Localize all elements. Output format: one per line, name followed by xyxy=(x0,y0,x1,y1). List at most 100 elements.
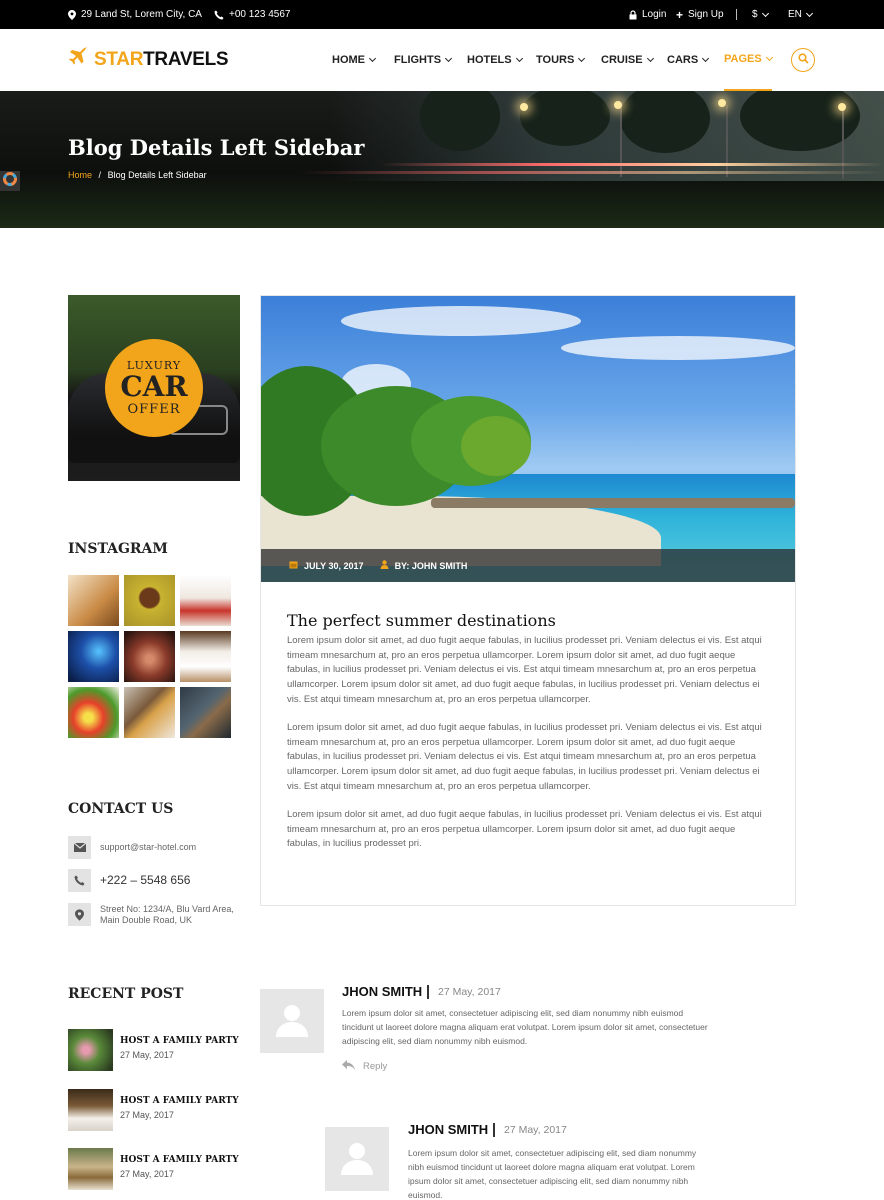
comment-author: JHON SMITH xyxy=(408,1122,489,1137)
currency-select[interactable]: $ xyxy=(752,0,769,29)
instagram-photo[interactable] xyxy=(68,687,119,738)
article-date: JULY 30, 2017 xyxy=(289,560,364,571)
contact-phone-row: +222 – 5548 656 xyxy=(68,869,190,892)
nav-cruise[interactable]: CRUISE xyxy=(601,29,654,91)
airplane-icon xyxy=(68,46,88,73)
nav-home[interactable]: HOME xyxy=(332,29,377,91)
contact-phone[interactable]: +222 – 5548 656 xyxy=(100,874,190,886)
chevron-down-icon xyxy=(761,9,769,17)
recent-post-date: 27 May, 2017 xyxy=(120,1169,174,1179)
logo-text-star: STAR xyxy=(94,49,144,70)
recent-post-title[interactable]: HOST A FAMILY PARTY xyxy=(120,1036,239,1046)
map-pin-icon xyxy=(68,9,76,20)
banner-pole xyxy=(620,107,622,177)
recent-post-item[interactable]: HOST A FAMILY PARTY 27 May, 2017 xyxy=(68,1148,239,1190)
nav-flights-label: FLIGHTS xyxy=(394,54,442,66)
phone-text: +00 123 4567 xyxy=(229,9,291,20)
page-title: Blog Details Left Sidebar xyxy=(68,135,365,160)
article-paragraph: Lorem ipsum dolor sit amet, ad duo fugit… xyxy=(287,635,762,705)
top-bar: 29 Land St, Lorem City, CA +00 123 4567 … xyxy=(0,0,884,29)
comment-text: Lorem ipsum dolor sit amet, consectetuer… xyxy=(342,1008,708,1046)
reply-button[interactable]: Reply xyxy=(342,1060,387,1073)
article-paragraph: Lorem ipsum dolor sit amet, ad duo fugit… xyxy=(287,809,762,850)
rocks xyxy=(431,498,795,508)
recent-post-item[interactable]: HOST A FAMILY PARTY 27 May, 2017 xyxy=(68,1029,239,1071)
recent-post-thumbnail[interactable] xyxy=(68,1029,113,1071)
color-switcher-button[interactable] xyxy=(0,171,20,191)
instagram-photo[interactable] xyxy=(180,631,231,682)
instagram-grid xyxy=(68,575,233,739)
instagram-photo[interactable] xyxy=(68,575,119,626)
search-button[interactable] xyxy=(791,48,815,72)
calendar-icon xyxy=(289,560,298,571)
nav-tours[interactable]: TOURS xyxy=(536,29,586,91)
recent-post-heading: RECENT POST xyxy=(68,986,184,1002)
recent-post-thumbnail[interactable] xyxy=(68,1148,113,1190)
contact-address-line-2: Main Double Road, UK xyxy=(100,914,193,925)
article-date-text: JULY 30, 2017 xyxy=(304,560,364,571)
login-link[interactable]: Login xyxy=(629,0,666,29)
color-wheel-icon xyxy=(3,171,17,191)
user-placeholder-icon xyxy=(274,1001,310,1042)
recent-post-thumbnail[interactable] xyxy=(68,1089,113,1131)
envelope-icon xyxy=(68,836,91,859)
signup-link[interactable]: + Sign Up xyxy=(676,0,724,29)
instagram-photo[interactable] xyxy=(124,687,175,738)
main-header: STARTRAVELS HOME FLIGHTS HOTELS TOURS CR… xyxy=(0,29,884,91)
recent-post-item[interactable]: HOST A FAMILY PARTY 27 May, 2017 xyxy=(68,1089,239,1131)
user-icon xyxy=(380,560,389,571)
plus-icon: + xyxy=(676,7,684,22)
contact-heading: CONTACT US xyxy=(68,801,174,817)
instagram-photo[interactable] xyxy=(124,575,175,626)
reply-label[interactable]: Reply xyxy=(363,1061,387,1072)
offer-line-3: OFFER xyxy=(127,402,181,417)
palm-trees xyxy=(461,416,531,476)
contact-address-line-1: Street No: 1234/A, Blu Vard Area, xyxy=(100,903,234,914)
login-label[interactable]: Login xyxy=(642,9,666,20)
offer-line-2: CAR xyxy=(120,370,188,403)
chevron-down-icon xyxy=(515,54,523,63)
article-author: BY: JOHN SMITH xyxy=(380,560,468,571)
chevron-down-icon xyxy=(368,54,377,63)
nav-cars[interactable]: CARS xyxy=(667,29,710,91)
signup-label[interactable]: Sign Up xyxy=(688,9,724,20)
topbar-divider xyxy=(736,9,737,20)
phone-info: +00 123 4567 xyxy=(214,0,290,29)
chevron-down-icon xyxy=(702,54,710,63)
chevron-down-icon xyxy=(445,54,453,63)
nav-hotels-label: HOTELS xyxy=(467,54,512,66)
banner-pole xyxy=(842,109,844,179)
article-hero-image: JULY 30, 2017 BY: JOHN SMITH xyxy=(261,296,795,582)
breadcrumb-home[interactable]: Home xyxy=(68,170,92,180)
luxury-car-ad[interactable]: LUXURY CAR OFFER xyxy=(68,295,240,481)
banner-lamp xyxy=(718,99,726,107)
contact-email-row: support@star-hotel.com xyxy=(68,836,196,859)
recent-post-title[interactable]: HOST A FAMILY PARTY xyxy=(120,1155,239,1165)
article-author-text[interactable]: BY: JOHN SMITH xyxy=(395,561,468,571)
chevron-down-icon xyxy=(765,53,773,62)
instagram-photo[interactable] xyxy=(124,631,175,682)
instagram-photo[interactable] xyxy=(180,575,231,626)
nav-pages[interactable]: PAGES xyxy=(724,29,773,91)
contact-email[interactable]: support@star-hotel.com xyxy=(100,842,196,853)
instagram-photo[interactable] xyxy=(180,687,231,738)
nav-home-label: HOME xyxy=(332,54,365,66)
breadcrumb: Home / Blog Details Left Sidebar xyxy=(68,170,207,180)
language-select[interactable]: EN xyxy=(788,0,813,29)
chevron-down-icon xyxy=(805,9,813,17)
banner-lamp xyxy=(614,101,622,109)
recent-post-title[interactable]: HOST A FAMILY PARTY xyxy=(120,1096,239,1106)
user-placeholder-icon xyxy=(339,1139,375,1180)
comment-date: 27 May, 2017 xyxy=(438,986,501,998)
search-icon xyxy=(797,51,809,69)
instagram-photo[interactable] xyxy=(68,631,119,682)
site-logo[interactable]: STARTRAVELS xyxy=(68,46,229,73)
contact-address-row: Street No: 1234/A, Blu Vard Area, Main D… xyxy=(68,903,234,926)
nav-flights[interactable]: FLIGHTS xyxy=(394,29,453,91)
nav-tours-label: TOURS xyxy=(536,54,575,66)
comment-divider xyxy=(427,985,429,999)
nav-hotels[interactable]: HOTELS xyxy=(467,29,523,91)
phone-icon xyxy=(68,869,91,892)
page-banner: Blog Details Left Sidebar Home / Blog De… xyxy=(0,91,884,228)
lock-icon xyxy=(629,9,637,20)
